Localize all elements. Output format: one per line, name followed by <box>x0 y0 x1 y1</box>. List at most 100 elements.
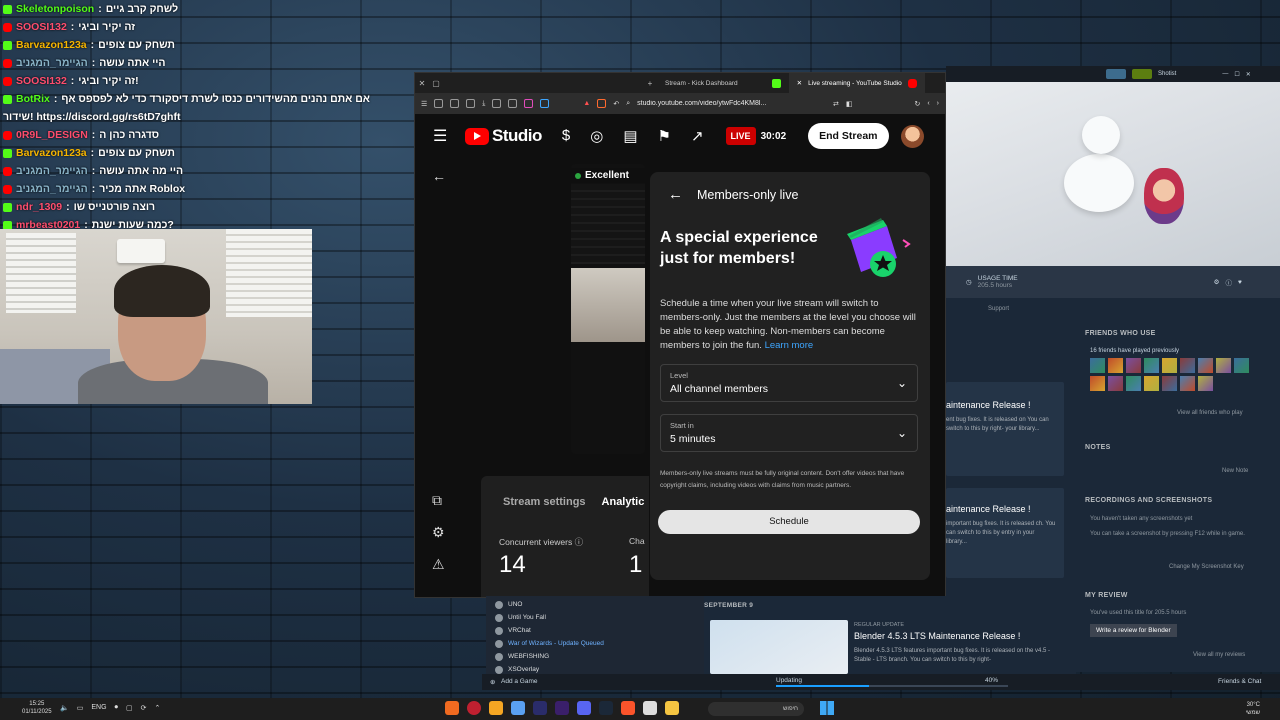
extension-icon[interactable] <box>540 99 550 108</box>
tab-icon[interactable] <box>492 99 502 108</box>
steam-icon[interactable] <box>599 701 613 715</box>
warning-icon[interactable]: ▲ <box>583 100 590 107</box>
friend-avatar[interactable] <box>1162 376 1177 391</box>
app-icon[interactable] <box>489 701 503 715</box>
close-icon[interactable]: ✕ <box>1246 71 1251 78</box>
menu-icon[interactable]: ☰ <box>421 100 427 108</box>
app-icon[interactable] <box>445 701 459 715</box>
studio-logo[interactable]: Studio <box>465 126 542 146</box>
news-card[interactable]: aintenance Release ! ent bug fixes. It i… <box>946 382 1064 476</box>
friend-avatar[interactable] <box>1090 358 1105 373</box>
view-reviews-link[interactable]: View all my reviews <box>1193 652 1245 658</box>
learn-more-link[interactable]: Learn more <box>765 340 814 351</box>
level-select[interactable]: Level All channel members ⌄ <box>660 364 918 402</box>
friend-avatar[interactable] <box>1198 358 1213 373</box>
forward-icon[interactable]: › <box>937 100 939 107</box>
feedback-icon[interactable]: ⚠ <box>432 556 445 573</box>
back-arrow-icon[interactable]: ← <box>432 168 446 184</box>
minimize-icon[interactable]: — <box>1222 71 1228 77</box>
add-game-button[interactable]: Add a Game <box>501 678 538 685</box>
dollar-circle-icon[interactable]: ◎ <box>590 127 603 145</box>
url-field[interactable]: studio.youtube.com/video/ytwFdc4KM8l... <box>637 100 826 107</box>
updating-label[interactable]: Updating <box>776 677 802 684</box>
library-item[interactable]: UNO <box>486 598 704 611</box>
news-thumbnail[interactable] <box>710 620 848 674</box>
close-window-icon[interactable]: ✕ <box>415 79 429 88</box>
back-arrow-icon[interactable]: ↶ <box>613 100 619 108</box>
friend-avatar[interactable] <box>1126 358 1141 373</box>
language-indicator[interactable]: ENG <box>91 704 106 712</box>
new-note-link[interactable]: New Note <box>1222 468 1248 474</box>
friend-avatar[interactable] <box>1108 376 1123 391</box>
discord-icon[interactable] <box>577 701 591 715</box>
bookmark-icon[interactable]: ⚑ <box>658 127 671 145</box>
steam-username[interactable]: Shotist <box>1158 71 1176 77</box>
monetization-icon[interactable]: $ <box>562 127 570 145</box>
sync-icon[interactable]: ⟳ <box>141 704 147 712</box>
news-card[interactable]: aintenance Release ! important bug fixes… <box>946 488 1064 578</box>
premiere-icon[interactable] <box>555 701 569 715</box>
settings-icon[interactable]: ⚙ <box>432 524 445 541</box>
close-tab-icon[interactable]: ✕ <box>797 79 802 87</box>
maximize-icon[interactable]: ☐ <box>1234 71 1239 78</box>
windows-start-icon[interactable] <box>820 701 834 715</box>
avatar[interactable] <box>900 124 924 148</box>
search-box[interactable]: חיפוש <box>708 702 804 716</box>
clock[interactable]: 15:25 01/11/2025 <box>22 700 52 716</box>
brave-icon[interactable] <box>621 701 635 715</box>
library-item[interactable]: War of Wizards - Update Queued <box>486 637 704 650</box>
change-screenshot-key-link[interactable]: Change My Screenshot Key <box>1169 564 1244 570</box>
friend-avatar[interactable] <box>1198 376 1213 391</box>
help-icon[interactable]: ⓘ <box>575 537 584 547</box>
weather-widget[interactable]: 30°C שמשי <box>1246 701 1260 717</box>
translate-icon[interactable]: ⇄ <box>833 100 839 108</box>
hamburger-icon[interactable]: ☰ <box>433 126 459 146</box>
friend-avatar[interactable] <box>1108 358 1123 373</box>
friend-avatar[interactable] <box>1180 358 1195 373</box>
volume-icon[interactable]: 🔈 <box>60 704 69 712</box>
extension-icon[interactable] <box>450 99 460 108</box>
schedule-button[interactable]: Schedule <box>658 510 920 534</box>
friend-avatar[interactable] <box>1216 358 1231 373</box>
obs-icon[interactable] <box>467 701 481 715</box>
library-item[interactable]: WEBFISHING <box>486 650 704 663</box>
restore-window-icon[interactable]: ▢ <box>429 79 443 88</box>
share-icon[interactable]: ↗ <box>691 127 704 145</box>
app-icon[interactable] <box>511 701 525 715</box>
notification-icon[interactable] <box>1132 69 1152 79</box>
back-icon[interactable]: ‹ <box>927 100 929 107</box>
back-arrow-icon[interactable]: ← <box>668 186 683 203</box>
download-icon[interactable]: ⤓ <box>482 100 485 108</box>
mic-icon[interactable]: ⏺ <box>115 704 119 712</box>
add-icon[interactable]: ⊕ <box>490 678 495 686</box>
chevron-up-icon[interactable]: ⌃ <box>155 704 161 712</box>
search-icon[interactable]: ⌕ <box>626 100 630 108</box>
app-icon[interactable] <box>643 701 657 715</box>
clapperboard-icon[interactable]: ▤ <box>623 127 637 145</box>
friend-avatar[interactable] <box>1234 358 1249 373</box>
shield-icon[interactable] <box>434 99 444 108</box>
after-effects-icon[interactable] <box>533 701 547 715</box>
tab-youtube-studio[interactable]: ✕ Live streaming - YouTube Studio <box>788 73 925 93</box>
sidebar-icon[interactable] <box>466 99 476 108</box>
friend-avatar[interactable] <box>1126 376 1141 391</box>
info-icon[interactable]: ⓘ <box>1225 277 1232 287</box>
stream-preview[interactable] <box>571 164 645 454</box>
reload-icon[interactable]: ↻ <box>914 100 920 108</box>
end-stream-button[interactable]: End Stream <box>808 123 889 149</box>
tab-placeholder[interactable] <box>443 73 643 93</box>
ethernet-icon[interactable]: ▢ <box>126 704 133 712</box>
write-review-button[interactable]: Write a review for Blender <box>1090 624 1177 637</box>
new-tab-icon[interactable]: + <box>643 79 657 88</box>
brave-shield-icon[interactable] <box>597 99 607 108</box>
heart-icon[interactable]: ♥ <box>1238 279 1242 286</box>
tab-analytics[interactable]: Analytic <box>602 496 645 508</box>
view-friends-link[interactable]: View all friends who play <box>1177 410 1243 416</box>
support-link[interactable]: Support <box>988 306 1009 312</box>
bookmark-icon[interactable]: ◧ <box>846 100 853 108</box>
friend-avatar[interactable] <box>1090 376 1105 391</box>
friend-avatar[interactable] <box>1162 358 1177 373</box>
network-icon[interactable]: ▭ <box>77 704 84 712</box>
start-in-select[interactable]: Start in 5 minutes ⌄ <box>660 414 918 452</box>
settings-icon[interactable]: ⚙ <box>1214 278 1220 286</box>
